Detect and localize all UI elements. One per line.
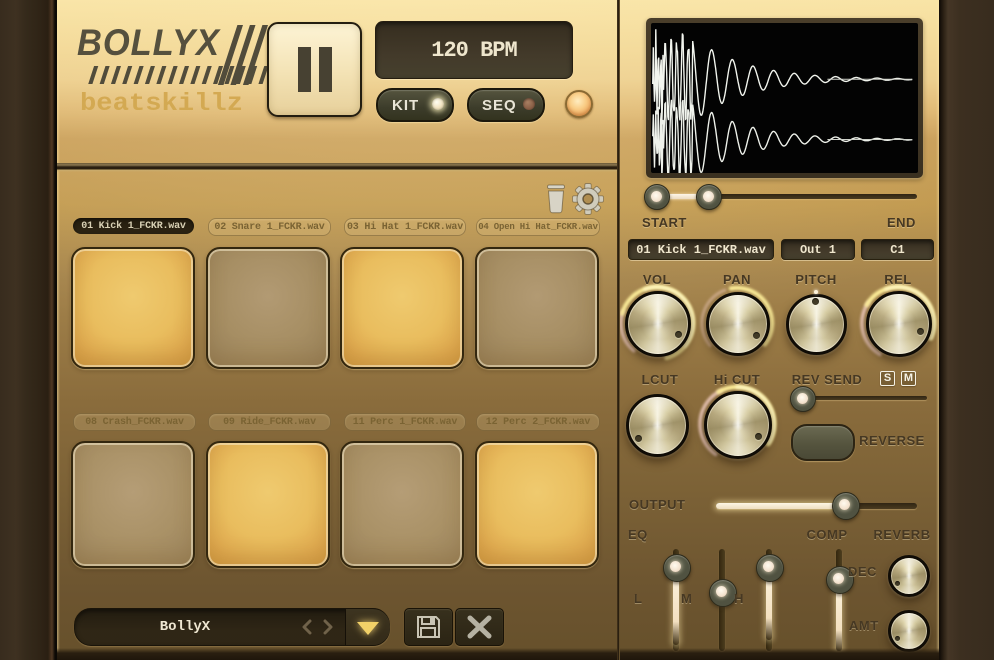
svg-text:beatskillz: beatskillz: [80, 89, 243, 117]
svg-text:BOLLYX: BOLLYX: [77, 22, 221, 63]
